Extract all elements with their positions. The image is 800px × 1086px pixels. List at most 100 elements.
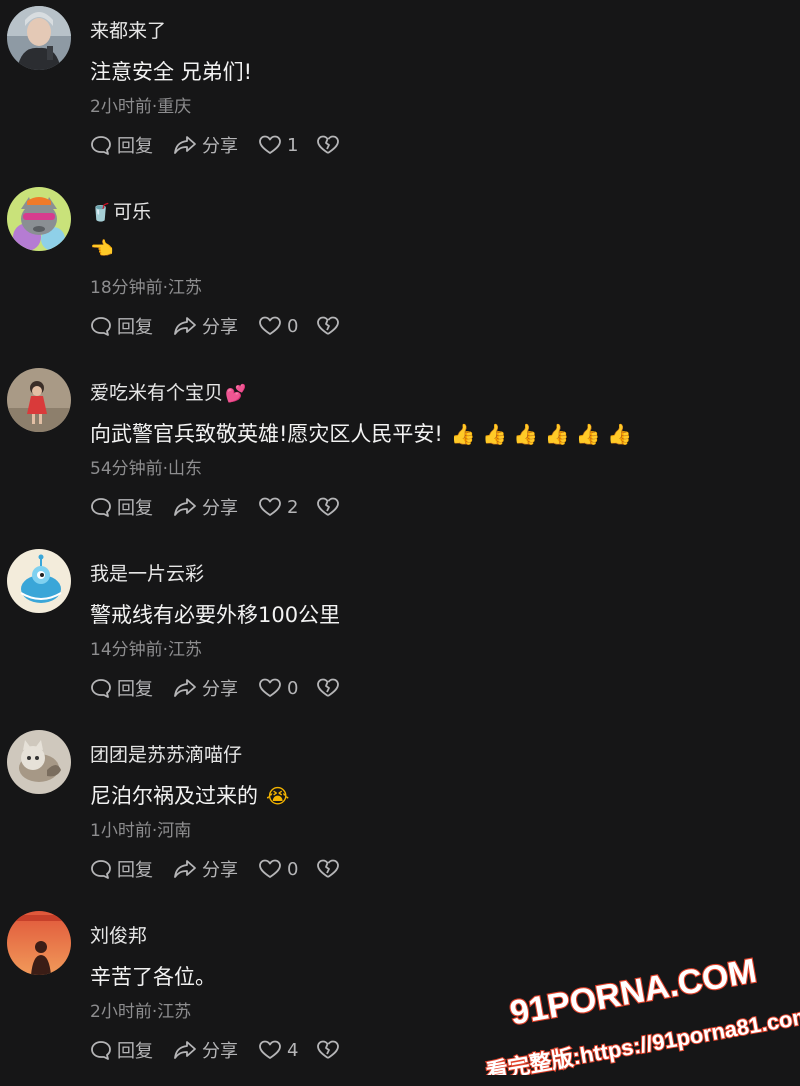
comment-username[interactable]: 我是一片云彩: [90, 559, 204, 586]
reply-button[interactable]: 回复: [90, 1037, 153, 1063]
watermark-graphic: 91PORNA.COM 看完整版:https://91porna81.com: [483, 951, 800, 1086]
content-text: 👈: [90, 238, 114, 260]
comment-time: 2小时前: [90, 1002, 152, 1022]
like-button[interactable]: 1: [258, 134, 298, 156]
comment-item: 我是一片云彩 警戒线有必要外移100公里 14分钟前·江苏 回复 分享 0: [0, 543, 800, 724]
thumbs-up-emojis: 👍 👍 👍 👍 👍 👍: [450, 422, 633, 446]
username-text: 团团是苏苏滴喵仔: [90, 744, 243, 766]
comment-location: 江苏: [168, 278, 203, 298]
content-text: 尼泊尔祸及过来的: [90, 784, 258, 808]
avatar[interactable]: [7, 549, 71, 613]
content-text: 向武警官兵致敬英雄!愿灾区人民平安!: [90, 422, 443, 446]
heart-icon: [259, 859, 281, 878]
reply-label: 回复: [117, 498, 153, 519]
reply-button[interactable]: 回复: [90, 494, 153, 520]
like-count: 1: [287, 134, 299, 156]
avatar[interactable]: [7, 368, 71, 432]
share-button[interactable]: 分享: [173, 675, 238, 701]
like-button[interactable]: 0: [258, 858, 298, 880]
dislike-button[interactable]: [316, 1039, 345, 1061]
reply-button[interactable]: 回复: [90, 856, 153, 882]
reply-label: 回复: [117, 1041, 153, 1062]
comment-meta: 2小时前·重庆: [90, 92, 191, 117]
reply-icon: [91, 679, 111, 698]
comment-username[interactable]: 🥤 可乐: [90, 197, 151, 224]
share-button[interactable]: 分享: [173, 1037, 238, 1063]
comment-username[interactable]: 团团是苏苏滴喵仔: [90, 740, 242, 767]
share-label: 分享: [202, 136, 238, 157]
dislike-button[interactable]: [316, 315, 345, 337]
comment-item: 来都来了 注意安全 兄弟们! 2小时前·重庆 回复 分享 1: [0, 0, 800, 181]
heart-icon: [259, 135, 281, 154]
comment-actions: 回复 分享 2: [90, 494, 365, 520]
comment-time: 54分钟前: [90, 459, 163, 479]
comment-actions: 回复 分享 1: [90, 132, 365, 158]
reply-icon: [91, 136, 111, 155]
share-button[interactable]: 分享: [173, 132, 238, 158]
dislike-button[interactable]: [316, 496, 345, 518]
reply-icon: [91, 860, 111, 879]
dislike-button[interactable]: [316, 677, 345, 699]
comment-actions: 回复 分享 0: [90, 856, 365, 882]
like-button[interactable]: 4: [258, 1039, 298, 1061]
comment-username[interactable]: 爱吃米有个宝贝 💕: [90, 378, 246, 405]
comment-username[interactable]: 刘俊邦: [90, 921, 147, 948]
comment-location: 江苏: [157, 1002, 192, 1022]
comment-meta: 2小时前·江苏: [90, 997, 191, 1022]
share-icon: [174, 317, 196, 335]
comment-actions: 回复 分享 4: [90, 1037, 365, 1063]
like-button[interactable]: 0: [258, 315, 298, 337]
comment-content: 👈: [90, 237, 114, 260]
share-button[interactable]: 分享: [173, 494, 238, 520]
comment-content: 辛苦了各位。: [90, 961, 216, 991]
comment-time: 2小时前: [90, 97, 152, 117]
broken-heart-icon: [317, 859, 340, 878]
username-text: 可乐: [113, 201, 152, 223]
comment-meta: 18分钟前·江苏: [90, 273, 202, 298]
like-count: 0: [287, 677, 299, 699]
heart-icon: [259, 497, 281, 516]
username-text: 我是一片云彩: [90, 563, 205, 585]
share-label: 分享: [202, 317, 238, 338]
share-label: 分享: [202, 679, 238, 700]
comment-content: 向武警官兵致敬英雄!愿灾区人民平安! 👍 👍 👍 👍 👍 👍: [90, 418, 632, 448]
like-count: 2: [287, 496, 299, 518]
share-icon: [174, 1041, 196, 1059]
username-text: 来都来了: [90, 20, 167, 42]
watermark: 91PORNA.COM 看完整版:https://91porna81.com: [470, 925, 800, 1086]
share-icon: [174, 860, 196, 878]
broken-heart-icon: [317, 497, 340, 516]
heart-icon: [259, 316, 281, 335]
share-icon: [174, 498, 196, 516]
share-button[interactable]: 分享: [173, 313, 238, 339]
comment-time: 18分钟前: [90, 278, 163, 298]
reply-label: 回复: [117, 860, 153, 881]
like-button[interactable]: 2: [258, 496, 298, 518]
heart-icon: [259, 678, 281, 697]
comment-meta: 1小时前·河南: [90, 816, 191, 841]
avatar[interactable]: [7, 187, 71, 251]
dislike-button[interactable]: [316, 858, 345, 880]
like-count: 0: [287, 858, 299, 880]
reply-button[interactable]: 回复: [90, 313, 153, 339]
comment-item: 团团是苏苏滴喵仔 尼泊尔祸及过来的 😭 1小时前·河南 回复 分享 0: [0, 724, 800, 905]
reply-icon: [91, 1041, 111, 1060]
like-button[interactable]: 0: [258, 677, 298, 699]
reply-button[interactable]: 回复: [90, 132, 153, 158]
share-button[interactable]: 分享: [173, 856, 238, 882]
username-text: 爱吃米有个宝贝: [90, 382, 224, 404]
avatar[interactable]: [7, 730, 71, 794]
avatar[interactable]: [7, 911, 71, 975]
comment-actions: 回复 分享 0: [90, 675, 365, 701]
dislike-button[interactable]: [316, 134, 345, 156]
avatar[interactable]: [7, 6, 71, 70]
content-text: 注意安全 兄弟们!: [90, 60, 253, 84]
reply-button[interactable]: 回复: [90, 675, 153, 701]
comment-item: 爱吃米有个宝贝 💕 向武警官兵致敬英雄!愿灾区人民平安! 👍 👍 👍 👍 👍 👍 5…: [0, 362, 800, 543]
comment-location: 江苏: [168, 640, 203, 660]
comment-content: 尼泊尔祸及过来的 😭: [90, 780, 289, 810]
like-count: 0: [287, 315, 299, 337]
comment-username[interactable]: 来都来了: [90, 16, 166, 43]
reply-label: 回复: [117, 136, 153, 157]
comment-meta: 14分钟前·江苏: [90, 635, 202, 660]
